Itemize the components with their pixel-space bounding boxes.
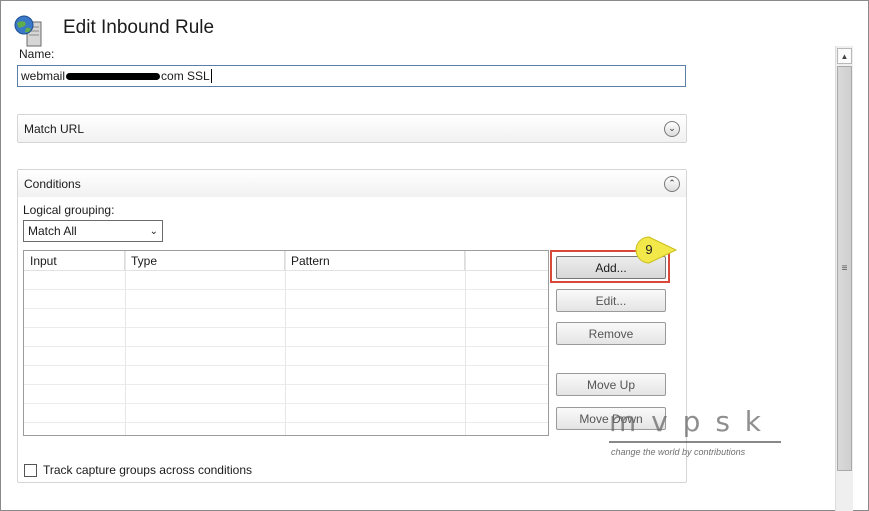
name-input[interactable]: webmail com SSL [17, 65, 686, 87]
text-caret [210, 69, 212, 83]
column-divider [125, 251, 126, 435]
table-header-row: Input Type Pattern [24, 251, 548, 271]
iis-server-globe-icon [14, 15, 42, 47]
match-url-header[interactable]: Match URL ⌄ [18, 115, 686, 142]
track-capture-row[interactable]: Track capture groups across conditions [24, 463, 252, 477]
conditions-header[interactable]: Conditions ⌃ [18, 170, 686, 197]
redaction-mark [66, 72, 161, 80]
step-callout: 9 [634, 235, 694, 265]
conditions-table[interactable]: Input Type Pattern [23, 250, 549, 436]
logical-grouping-select[interactable]: Match All ⌄ [23, 220, 163, 242]
track-capture-label: Track capture groups across conditions [43, 463, 252, 477]
page-title: Edit Inbound Rule [63, 17, 215, 38]
track-capture-checkbox[interactable] [24, 463, 37, 477]
column-header-pattern[interactable]: Pattern [285, 251, 465, 270]
remove-condition-button[interactable]: Remove [556, 322, 666, 345]
conditions-title: Conditions [24, 176, 81, 191]
watermark-logo: m v p s k change the world by contributi… [607, 399, 783, 461]
collapse-chevron-icon[interactable]: ⌃ [664, 175, 680, 192]
watermark-text: m v p s k [609, 405, 765, 438]
expand-chevron-icon[interactable]: ⌄ [664, 120, 680, 137]
column-header-input[interactable]: Input [24, 251, 125, 270]
column-header-type[interactable]: Type [125, 251, 285, 270]
vertical-scrollbar[interactable]: ▲ ≡ [835, 46, 853, 511]
match-url-section: Match URL ⌄ [17, 114, 687, 143]
conditions-section: Conditions ⌃ Logical grouping: Match All… [17, 169, 687, 483]
column-divider [465, 251, 466, 435]
match-url-title: Match URL [24, 121, 85, 136]
column-divider [285, 251, 286, 435]
name-label: Name: [19, 47, 55, 61]
name-value-prefix: webmail [21, 69, 66, 83]
step-number: 9 [645, 242, 653, 257]
table-grid [24, 271, 548, 435]
column-header-extra[interactable] [465, 251, 548, 270]
scroll-up-arrow-icon[interactable]: ▲ [837, 48, 852, 64]
watermark-underline [609, 441, 781, 443]
scroll-thumb[interactable]: ≡ [837, 66, 852, 471]
name-value-suffix: com SSL [161, 69, 210, 83]
watermark-tagline: change the world by contributions [611, 447, 746, 457]
logical-grouping-value: Match All [28, 224, 77, 238]
edit-condition-button[interactable]: Edit... [556, 289, 666, 312]
chevron-down-icon: ⌄ [149, 225, 158, 237]
move-up-button[interactable]: Move Up [556, 373, 666, 396]
edit-inbound-rule-window: Edit Inbound Rule Name: webmail com SSL … [0, 0, 869, 511]
logical-grouping-label: Logical grouping: [23, 203, 115, 217]
